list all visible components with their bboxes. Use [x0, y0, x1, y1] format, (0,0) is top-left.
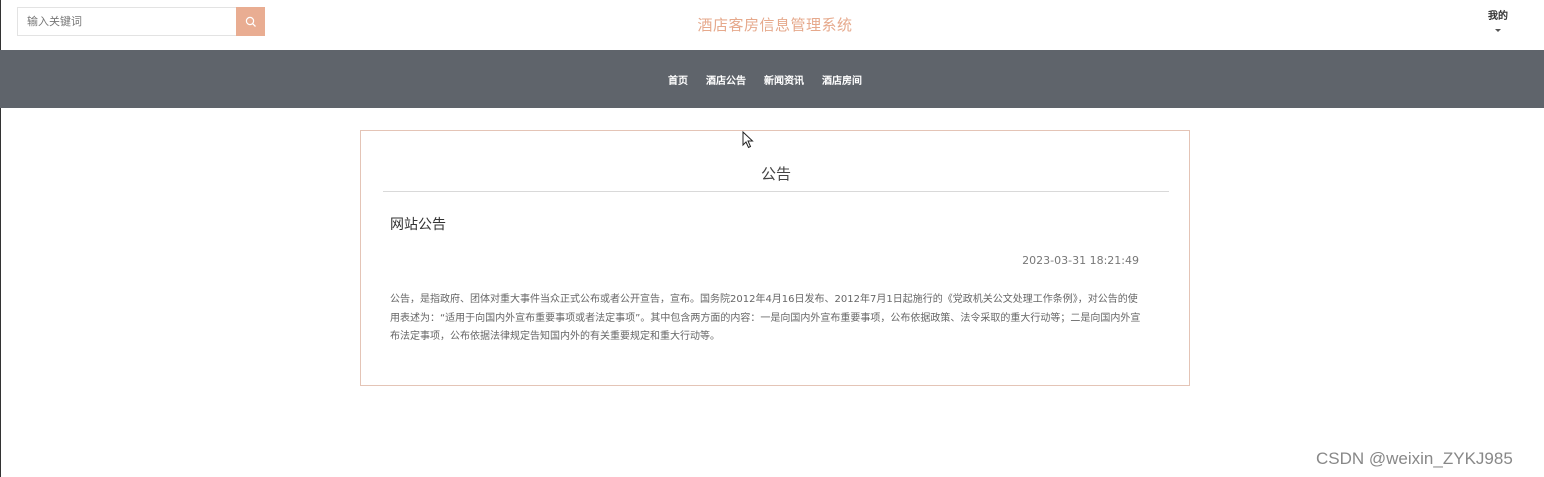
search-input[interactable]	[17, 7, 236, 36]
site-title: 酒店客房信息管理系统	[697, 16, 853, 34]
main-nav: 首页 酒店公告 新闻资讯 酒店房间	[0, 50, 1544, 108]
caret-down-icon	[1495, 29, 1501, 32]
notice-date: 2023-03-31 18:21:49	[1022, 254, 1139, 267]
section-title: 公告	[383, 131, 1169, 192]
mouse-cursor-icon	[742, 131, 754, 149]
top-header: 酒店客房信息管理系统 我的	[0, 0, 1544, 50]
nav-item-home[interactable]: 首页	[668, 72, 688, 87]
watermark: CSDN @weixin_ZYKJ985	[1316, 449, 1513, 468]
user-menu[interactable]: 我的	[1474, 7, 1522, 32]
notice-title: 网站公告	[390, 217, 446, 233]
nav-item-hotel-notice[interactable]: 酒店公告	[706, 72, 746, 87]
search-button[interactable]	[236, 7, 265, 36]
user-menu-label: 我的	[1488, 11, 1508, 22]
search-icon	[245, 16, 256, 27]
nav-item-hotel-rooms[interactable]: 酒店房间	[822, 72, 862, 87]
notice-card: 公告 网站公告 2023-03-31 18:21:49 公告，是指政府、团体对重…	[360, 130, 1190, 386]
nav-item-news[interactable]: 新闻资讯	[764, 72, 804, 87]
notice-body: 公告，是指政府、团体对重大事件当众正式公布或者公开宣告，宣布。国务院2012年4…	[390, 294, 1141, 342]
